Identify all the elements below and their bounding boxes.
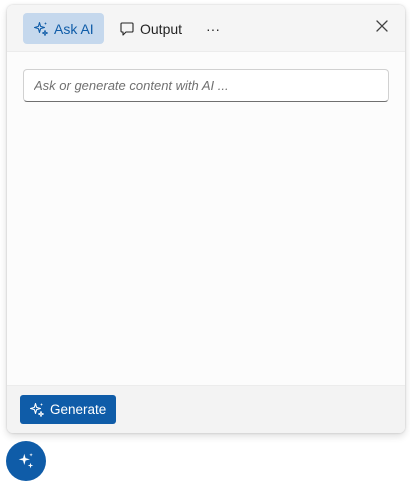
generate-button[interactable]: Generate (20, 395, 116, 424)
ai-assist-fab[interactable] (6, 441, 46, 481)
tab-output-label: Output (140, 20, 183, 37)
sparkle-icon (29, 402, 45, 418)
panel-footer: Generate (7, 385, 405, 433)
sparkle-icon (17, 452, 35, 470)
prompt-input[interactable] (23, 69, 389, 102)
more-options-button[interactable]: ··· (200, 13, 226, 44)
close-button[interactable] (372, 18, 392, 38)
sparkle-icon (33, 21, 49, 37)
more-icon: ··· (206, 20, 220, 37)
tab-ask-ai[interactable]: Ask AI (23, 13, 104, 44)
generate-button-label: Generate (50, 402, 107, 417)
tab-output[interactable]: Output (111, 13, 189, 44)
tab-ask-ai-label: Ask AI (54, 20, 94, 37)
panel-header: Ask AI Output ··· (7, 5, 405, 52)
close-icon (375, 19, 389, 38)
ai-assist-panel: Ask AI Output ··· Ask or generate conten… (7, 5, 405, 433)
comment-icon (119, 21, 135, 37)
